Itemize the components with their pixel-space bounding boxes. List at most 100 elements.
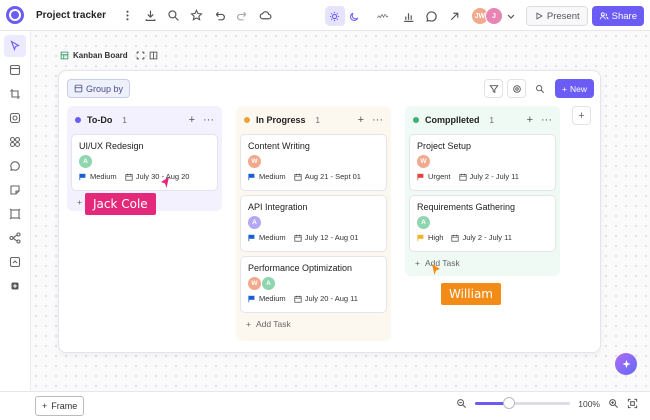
more-icon[interactable]: ··· [541, 114, 552, 126]
document-title[interactable]: Project tracker [36, 10, 106, 21]
connector-icon[interactable] [4, 227, 26, 249]
column-header: Compplleted 1 + ··· [409, 110, 556, 130]
more-tools-icon[interactable] [4, 275, 26, 297]
comment-icon[interactable] [421, 5, 443, 27]
dark-mode-icon[interactable] [345, 6, 365, 26]
chart-icon[interactable] [398, 5, 420, 27]
priority-label: High [428, 233, 444, 242]
add-frame-button[interactable]: + Frame [35, 396, 85, 416]
split-view-icon[interactable] [149, 51, 158, 60]
embed-icon[interactable] [4, 251, 26, 273]
right-toolbar-group: JW J Present Share [324, 5, 644, 27]
board-toolbar: + New [484, 79, 594, 98]
zoom-out-icon[interactable] [456, 398, 467, 409]
add-icon[interactable]: + [358, 114, 364, 126]
task-card[interactable]: Performance Optimization W A Medium July… [240, 256, 387, 313]
shape-tool-icon[interactable] [4, 107, 26, 129]
add-icon[interactable]: + [189, 114, 195, 126]
undo-icon[interactable] [208, 4, 230, 26]
fit-screen-icon[interactable] [627, 398, 638, 409]
more-icon[interactable]: ··· [203, 114, 214, 126]
whiteboard-canvas[interactable]: Kanban Board Group by + New To-Do 1 + ··… [31, 31, 650, 391]
zoom-in-icon[interactable] [608, 398, 619, 409]
components-icon[interactable] [4, 131, 26, 153]
search-icon[interactable] [530, 79, 549, 98]
more-icon[interactable]: ··· [372, 114, 383, 126]
priority-flag-icon [248, 295, 255, 302]
sparkle-icon [621, 359, 631, 368]
zoom-slider[interactable] [475, 397, 571, 409]
select-cursor-icon[interactable] [4, 35, 26, 57]
zoom-slider-handle[interactable] [503, 397, 516, 409]
add-task-button[interactable]: + Add Task [240, 313, 387, 329]
date-range: Aug 21 - Sept 01 [304, 172, 361, 181]
status-dot [75, 117, 81, 123]
avatar[interactable]: J [484, 7, 503, 25]
share-button[interactable]: Share [591, 6, 644, 26]
redo-icon[interactable] [231, 4, 253, 26]
column-header: In Progress 1 + ··· [240, 110, 387, 130]
task-card[interactable]: UI/UX Redesign A Medium July 30 - Aug 20 [71, 134, 218, 191]
column-title: In Progress [256, 115, 306, 125]
priority-flag-icon [248, 234, 255, 241]
search-icon[interactable] [162, 4, 184, 26]
frame-button-label: Frame [51, 401, 78, 411]
cursor-share-icon[interactable] [444, 5, 466, 27]
group-by-label: Group by [86, 83, 124, 94]
status-dot [244, 117, 250, 123]
frame-title: Kanban Board [73, 51, 128, 60]
frame-header[interactable]: Kanban Board [60, 51, 158, 60]
date-range: July 2 - July 11 [462, 233, 512, 242]
add-icon[interactable]: + [527, 114, 533, 126]
new-task-button[interactable]: + New [555, 79, 594, 98]
task-title: Performance Optimization [248, 263, 353, 273]
date-range: July 2 - July 11 [469, 172, 519, 181]
image-frame-icon[interactable] [4, 203, 26, 225]
layers-icon [74, 84, 83, 93]
priority-label: Medium [259, 233, 286, 242]
task-title: Content Writing [248, 141, 310, 151]
priority-label: Urgent [428, 172, 451, 181]
more-vertical-icon[interactable] [116, 4, 138, 26]
group-by-button[interactable]: Group by [67, 79, 131, 98]
task-card[interactable]: API Integration A Medium July 12 - Aug 0… [240, 195, 387, 252]
column-count: 1 [122, 115, 127, 125]
add-task-label: Add Task [255, 319, 291, 329]
task-card[interactable]: Content Writing W Medium Aug 21 - Sept 0… [240, 134, 387, 191]
add-column-button[interactable]: + [572, 106, 591, 125]
theme-toggle[interactable] [324, 6, 365, 26]
sticky-note-icon[interactable] [4, 179, 26, 201]
app-logo[interactable] [6, 6, 24, 24]
light-mode-icon[interactable] [324, 6, 345, 26]
filter-icon[interactable] [484, 79, 504, 98]
plus-icon: + [77, 197, 82, 207]
cursor-pointer-icon [161, 177, 169, 188]
handwriting-icon[interactable] [371, 5, 397, 27]
star-icon[interactable] [185, 4, 207, 26]
column-title: Compplleted [425, 115, 480, 125]
task-card[interactable]: Requirements Gathering A High July 2 - J… [409, 195, 556, 252]
cloud-sync-icon[interactable] [254, 4, 276, 26]
collaborator-cursor-label: Jack Cole [85, 193, 156, 215]
download-icon[interactable] [139, 4, 161, 26]
priority-flag-icon [248, 173, 255, 180]
assignee-avatar: W [248, 277, 261, 290]
top-toolbar: Project tracker JW J Present Share [0, 0, 650, 31]
assignee-avatar: A [79, 155, 92, 168]
frame-tool-icon[interactable] [4, 59, 26, 81]
comment-tool-icon[interactable] [4, 155, 26, 177]
expand-icon[interactable] [136, 51, 145, 60]
priority-label: Medium [90, 172, 117, 181]
present-button[interactable]: Present [525, 6, 588, 26]
chevron-down-icon[interactable] [505, 5, 517, 27]
zoom-level: 100% [578, 398, 600, 409]
date-range: July 12 - Aug 01 [304, 233, 359, 242]
play-icon [536, 12, 543, 20]
task-card[interactable]: Project Setup W Urgent July 2 - July 11 [409, 134, 556, 191]
collaborator-avatars[interactable]: JW J [470, 5, 518, 27]
crop-frame-icon[interactable] [4, 83, 26, 105]
column-header: To-Do 1 + ··· [71, 110, 218, 130]
view-icon[interactable] [507, 79, 527, 98]
ai-assistant-button[interactable] [615, 353, 637, 375]
task-title: API Integration [248, 202, 308, 212]
